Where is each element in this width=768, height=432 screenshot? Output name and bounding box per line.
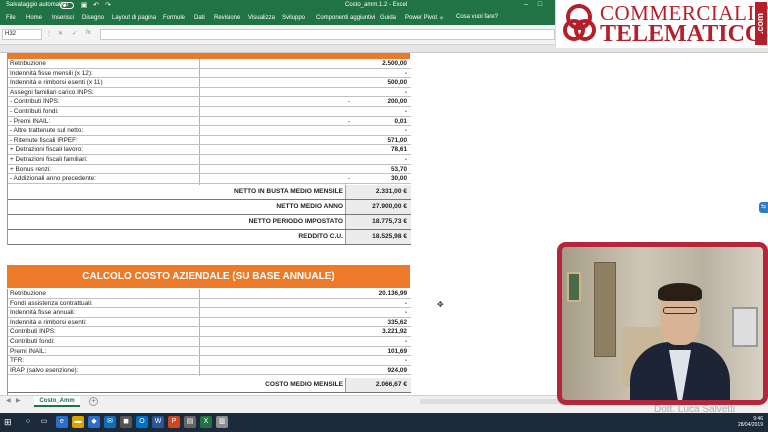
save-icon[interactable]: ▣ bbox=[80, 2, 88, 10]
tab-layout[interactable]: Layout di pagina bbox=[112, 15, 156, 21]
powerpoint-icon[interactable]: P bbox=[168, 416, 180, 428]
cursor-icon: ✥ bbox=[437, 300, 444, 309]
minimize-button[interactable]: – bbox=[520, 1, 532, 11]
tab-file[interactable]: File bbox=[6, 15, 16, 21]
table-row[interactable]: Indennità e rimborsi esenti: 335,62 bbox=[8, 318, 411, 328]
undo-icon[interactable]: ↶ bbox=[92, 2, 100, 10]
tab-sviluppo[interactable]: Sviluppo bbox=[282, 15, 305, 21]
total-row[interactable]: REDDITO C.U. 18.525,98 € bbox=[8, 230, 411, 245]
more-icon: ⋮ bbox=[46, 31, 52, 37]
next-sheet-icon[interactable]: ▶ bbox=[16, 397, 21, 404]
clock[interactable]: 9:46 28/04/2019 bbox=[715, 416, 763, 428]
sheet-tab-costo-amm[interactable]: Costo_Amm bbox=[34, 396, 80, 407]
table-row[interactable]: - Addizionali anno precedente: -30,00 bbox=[8, 174, 411, 184]
tab-power-pivot[interactable]: Power Pivot bbox=[405, 15, 437, 21]
painting bbox=[567, 272, 581, 302]
folder-icon[interactable]: ▬ bbox=[72, 416, 84, 428]
total-row[interactable]: COSTO MEDIO MENSILE 2.066,67 € bbox=[8, 378, 411, 393]
brand-logo: COMMERCIALISTA TELEMATICO .com bbox=[555, 0, 768, 48]
table-row[interactable]: - Contributi fondi: - bbox=[8, 107, 411, 117]
table-row[interactable]: TFR: - bbox=[8, 356, 411, 366]
table-row[interactable]: - Contributi INPS: -200,00 bbox=[8, 97, 411, 107]
table-row[interactable]: + Detrazioni fiscali lavoro: 78,61 bbox=[8, 145, 411, 155]
taskbar: ⊞ ○ ▭ e ▬ ◆ ✉ ◼ O W P ▤ X ▥ 9:46 28/04/2… bbox=[0, 413, 768, 432]
clock-date: 28/04/2019 bbox=[737, 422, 763, 428]
table-row[interactable]: Indennità e rimborsi esenti (x 11) 500,00 bbox=[8, 78, 411, 88]
app-icon[interactable]: ◼ bbox=[120, 416, 132, 428]
tab-home[interactable]: Home bbox=[26, 15, 42, 21]
prev-sheet-icon[interactable]: ◀ bbox=[6, 397, 11, 404]
total-row[interactable]: NETTO PERIODO IMPOSTATO 18.775,73 € bbox=[8, 215, 411, 230]
table-row[interactable]: Indennità fisse mensili (x 12): - bbox=[8, 69, 411, 79]
lightbulb-icon: ✧ bbox=[439, 16, 445, 22]
logo-mark-icon bbox=[563, 4, 596, 41]
autosave-toggle[interactable] bbox=[60, 2, 74, 9]
task-view-icon[interactable]: ▭ bbox=[38, 416, 50, 428]
logo-text-bottom: TELEMATICO bbox=[600, 21, 764, 47]
fx-icon[interactable]: fx bbox=[86, 30, 91, 36]
document-title: Costo_amm.1.2 - Excel bbox=[345, 2, 408, 8]
table-row[interactable]: - Ritenute fiscali IRPEF: 571,00 bbox=[8, 136, 411, 146]
table-row[interactable]: - Premi INAIL: -0,01 bbox=[8, 117, 411, 127]
tab-disegno[interactable]: Disegno bbox=[82, 15, 104, 21]
table-row[interactable]: Contributi fondi: - bbox=[8, 337, 411, 347]
door bbox=[594, 262, 616, 357]
word-icon[interactable]: W bbox=[152, 416, 164, 428]
table-row[interactable]: Premi INAIL: 101,69 bbox=[8, 347, 411, 357]
side-panel-button[interactable]: ⇆ bbox=[759, 202, 768, 213]
tab-visualizza[interactable]: Visualizza bbox=[248, 15, 275, 21]
maximize-button[interactable]: □ bbox=[534, 1, 546, 11]
total-row[interactable]: NETTO IN BUSTA MEDIO MENSILE 2.331,00 € bbox=[8, 185, 411, 200]
table-row[interactable]: - Altre trattenute sul netto: - bbox=[8, 126, 411, 136]
excel-icon[interactable]: X bbox=[200, 416, 212, 428]
name-box[interactable]: H32 bbox=[2, 29, 42, 40]
webcam-overlay bbox=[557, 242, 768, 405]
table-row[interactable]: Retribuzione 2.500,00 bbox=[8, 59, 411, 69]
frame bbox=[732, 307, 758, 347]
tab-guida[interactable]: Guida bbox=[380, 15, 396, 21]
table-row[interactable]: Fondi assistenza contrattuali: - bbox=[8, 299, 411, 309]
search-icon[interactable]: ○ bbox=[22, 416, 34, 428]
table-row[interactable]: IRAP (salvo esenzione): 924,09 bbox=[8, 366, 411, 376]
glasses-icon bbox=[663, 307, 697, 314]
app3-icon[interactable]: ▥ bbox=[216, 416, 228, 428]
total-row[interactable]: NETTO MEDIO ANNO 27.900,00 € bbox=[8, 200, 411, 215]
logo-suffix: .com bbox=[755, 2, 767, 45]
tell-me-input[interactable]: Cosa vuoi fare? bbox=[456, 14, 498, 20]
tab-inserisci[interactable]: Inserisci bbox=[52, 15, 74, 21]
netto-table: Retribuzione 2.500,00 Indennità fisse men… bbox=[7, 59, 411, 245]
outlook-icon[interactable]: O bbox=[136, 416, 148, 428]
tab-revisione[interactable]: Revisione bbox=[214, 15, 240, 21]
browser-icon[interactable]: e bbox=[56, 416, 68, 428]
mail-icon[interactable]: ✉ bbox=[104, 416, 116, 428]
cancel-icon[interactable]: ✕ bbox=[58, 30, 63, 37]
windows-start-icon[interactable]: ⊞ bbox=[4, 417, 14, 427]
table-row[interactable]: Indennità fisse annuali: - bbox=[8, 308, 411, 318]
redo-icon[interactable]: ↷ bbox=[104, 2, 112, 10]
tab-componenti[interactable]: Componenti aggiuntivi bbox=[316, 15, 375, 21]
table-row[interactable]: + Detrazioni fiscali familiari: - bbox=[8, 155, 411, 165]
table2-title: CALCOLO COSTO AZIENDALE (SU BASE ANNUALE… bbox=[7, 265, 410, 288]
app2-icon[interactable]: ▤ bbox=[184, 416, 196, 428]
enter-icon[interactable]: ✓ bbox=[72, 30, 77, 37]
tab-dati[interactable]: Dati bbox=[194, 15, 205, 21]
add-sheet-button[interactable]: + bbox=[89, 397, 98, 406]
table-row[interactable]: Retribuzione 20.136,99 bbox=[8, 289, 411, 299]
table-row[interactable]: Assegni familiari carico INPS: - bbox=[8, 88, 411, 98]
table-row[interactable]: Contributi INPS: 3.221,92 bbox=[8, 327, 411, 337]
formula-input[interactable] bbox=[100, 29, 555, 40]
store-icon[interactable]: ◆ bbox=[88, 416, 100, 428]
table-row[interactable]: + Bonus renzi: 53,70 bbox=[8, 165, 411, 175]
costo-table: Retribuzione 20.136,99 Fondi assistenza c… bbox=[7, 289, 411, 395]
tab-formule[interactable]: Formule bbox=[163, 15, 185, 21]
